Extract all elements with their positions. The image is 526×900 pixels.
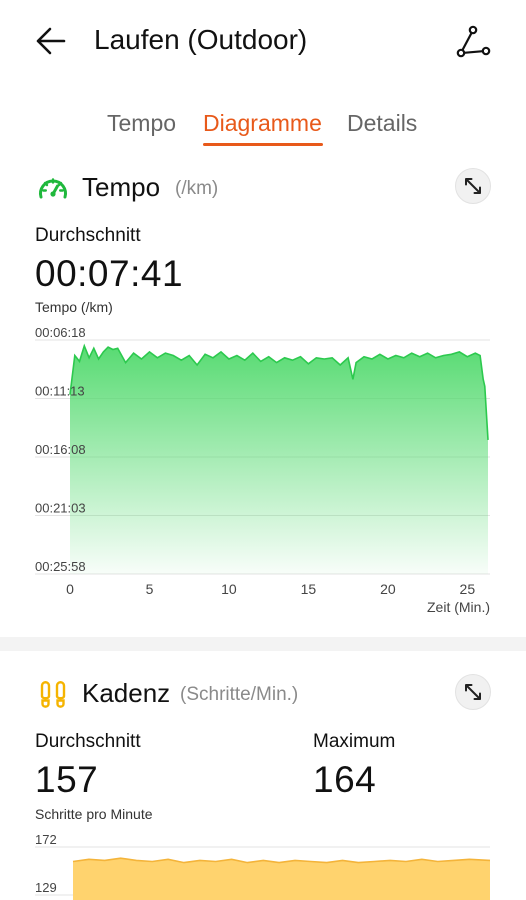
tempo-x-tick-label: 15 [301,581,317,597]
tab-details[interactable]: Details [347,110,417,137]
expand-icon [465,178,481,194]
back-button[interactable] [30,22,74,62]
kadenz-area [73,858,490,900]
kadenz-title: Kadenz [82,678,171,708]
tab-bar: Tempo Diagramme Details [0,100,526,150]
kadenz-maximum-label: Maximum [313,731,396,752]
route-button[interactable] [452,22,496,62]
kadenz-section-header: Kadenz (Schritte/Min.) [0,674,526,718]
route-icon [456,25,491,58]
tempo-y-tick-label: 00:11:13 [35,384,85,399]
tempo-unit: (/km) [175,178,219,199]
tab-tempo[interactable]: Tempo [107,110,176,137]
tempo-section-header: Tempo (/km) [0,168,526,212]
tempo-x-tick-label: 5 [146,581,154,597]
tempo-x-axis-label: Zeit (Min.) [427,599,490,615]
kadenz-chart: 172 129 [35,832,491,900]
tempo-y-tick-label: 00:25:58 [35,559,86,574]
tempo-y-tick-label: 00:16:08 [35,442,86,457]
top-bar: Laufen (Outdoor) [0,0,526,86]
tempo-y-tick-label: 00:06:18 [35,325,86,340]
tempo-y-tick-label: 00:21:03 [35,500,86,515]
tempo-x-tick-label: 0 [66,581,74,597]
tempo-average-label: Durchschnitt [35,225,141,246]
arrow-left-icon [36,27,66,55]
kadenz-expand-button[interactable] [455,674,491,710]
tempo-x-tick-label: 25 [460,581,476,597]
kadenz-maximum-value: 164 [313,759,377,800]
speedometer-icon [39,178,67,199]
active-tab-indicator [203,143,323,146]
kadenz-chart-label: Schritte pro Minute [35,806,153,822]
tempo-average-value: 00:07:41 [35,253,184,294]
tempo-x-tick-label: 20 [380,581,396,597]
tempo-title: Tempo [82,172,161,202]
tempo-chart: 00:06:18 00:11:13 00:16:08 00:21:03 00:25:58… [35,325,490,615]
kadenz-average-value: 157 [35,759,99,800]
footprints-icon [40,681,66,708]
section-divider [0,637,526,651]
tempo-area [70,345,488,574]
tempo-chart-label: Tempo (/km) [35,299,113,315]
tab-diagramme[interactable]: Diagramme [203,110,322,137]
kadenz-average-label: Durchschnitt [35,731,141,752]
expand-icon [465,684,481,700]
tempo-x-tick-label: 10 [221,581,237,597]
page-title: Laufen (Outdoor) [94,24,308,55]
kadenz-unit: (Schritte/Min.) [180,684,299,705]
tempo-expand-button[interactable] [455,168,491,204]
kadenz-y-tick-label: 129 [35,880,57,895]
kadenz-y-tick-label: 172 [35,832,57,847]
